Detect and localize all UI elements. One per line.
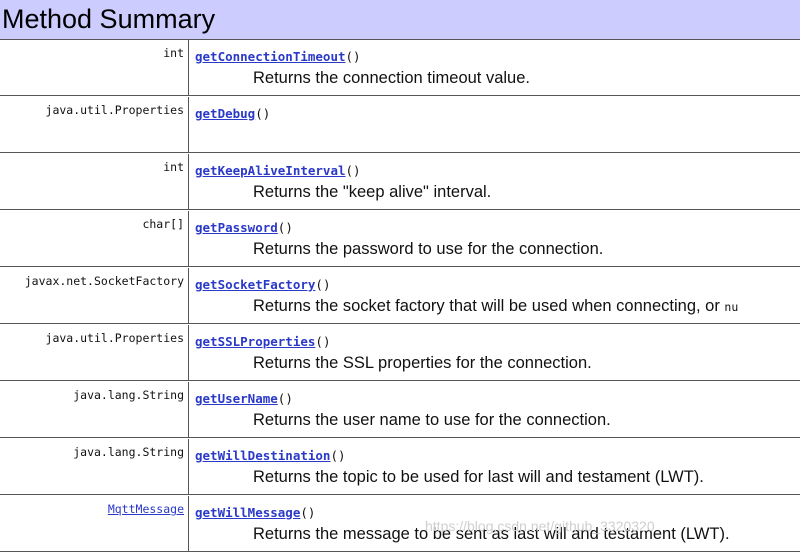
method-cell: getUserName() Returns the user name to us…	[189, 382, 800, 438]
method-cell: getDebug()	[189, 97, 800, 153]
method-description-code: nu	[724, 300, 739, 314]
table-row: char[] getPassword() Returns the password …	[0, 211, 800, 268]
method-cell: getWillMessage() Returns the message to b…	[189, 496, 800, 552]
return-type-cell: char[]	[0, 211, 189, 267]
method-signature: getDebug()	[195, 106, 270, 121]
return-type: java.lang.String	[73, 445, 184, 459]
table-row: java.util.Properties getSSLProperties() Re…	[0, 325, 800, 382]
method-parens: ()	[300, 505, 316, 520]
return-type-link[interactable]: MqttMessage	[108, 502, 184, 516]
method-cell: getKeepAliveInterval() Returns the "keep …	[189, 154, 800, 210]
return-type-cell: java.util.Properties	[0, 325, 189, 381]
method-parens: ()	[255, 106, 271, 121]
method-cell: getSocketFactory() Returns the socket fac…	[189, 268, 800, 324]
method-description-text: Returns the connection timeout value.	[253, 69, 530, 87]
table-row: java.lang.String getWillDestination() Retu…	[0, 439, 800, 496]
method-description-text: Returns the topic to be used for last wi…	[253, 468, 704, 486]
method-cell: getPassword() Returns the password to use…	[189, 211, 800, 267]
method-link[interactable]: getWillMessage	[195, 505, 300, 520]
method-signature: getKeepAliveInterval()	[195, 163, 361, 178]
table-row: java.util.Properties getDebug()	[0, 97, 800, 154]
method-signature: getPassword()	[195, 220, 293, 235]
method-description: Returns the password to use for the conn…	[253, 240, 603, 259]
method-parens: ()	[345, 163, 361, 178]
method-signature: getWillDestination()	[195, 448, 346, 463]
method-link[interactable]: getUserName	[195, 391, 278, 406]
return-type: java.util.Properties	[45, 331, 184, 345]
method-link[interactable]: getPassword	[195, 220, 278, 235]
method-cell: getSSLProperties() Returns the SSL proper…	[189, 325, 800, 381]
return-type-cell: int	[0, 40, 189, 96]
method-description-text: Returns the message to be sent as last w…	[253, 525, 730, 543]
table-row: java.lang.String getUserName() Returns the…	[0, 382, 800, 439]
method-description: Returns the topic to be used for last wi…	[253, 468, 704, 487]
method-description: Returns the user name to use for the con…	[253, 411, 611, 430]
return-type: MqttMessage	[108, 502, 184, 516]
method-description: Returns the "keep alive" interval.	[253, 183, 491, 202]
table-row: MqttMessage getWillMessage() Returns the m…	[0, 496, 800, 553]
method-parens: ()	[345, 49, 361, 64]
return-type-cell: javax.net.SocketFactory	[0, 268, 189, 324]
return-type: char[]	[142, 217, 184, 231]
method-cell: getWillDestination() Returns the topic to…	[189, 439, 800, 495]
method-link[interactable]: getSocketFactory	[195, 277, 315, 292]
method-description-text: Returns the password to use for the conn…	[253, 240, 604, 258]
method-signature: getConnectionTimeout()	[195, 49, 361, 64]
return-type-cell: java.util.Properties	[0, 97, 189, 153]
method-link[interactable]: getConnectionTimeout	[195, 49, 346, 64]
return-type-cell: java.lang.String	[0, 439, 189, 495]
return-type-cell: int	[0, 154, 189, 210]
method-description-text: Returns the socket factory that will be …	[253, 297, 725, 315]
method-description: Returns the connection timeout value.	[253, 69, 530, 88]
method-link[interactable]: getSSLProperties	[195, 334, 315, 349]
method-signature: getWillMessage()	[195, 505, 315, 520]
method-link[interactable]: getDebug	[195, 106, 255, 121]
return-type: int	[163, 46, 184, 60]
return-type-cell: MqttMessage	[0, 496, 189, 552]
method-description-text: Returns the "keep alive" interval.	[253, 183, 492, 201]
method-signature: getSSLProperties()	[195, 334, 330, 349]
method-cell: getConnectionTimeout() Returns the connec…	[189, 40, 800, 96]
method-signature: getSocketFactory()	[195, 277, 330, 292]
method-description: Returns the socket factory that will be …	[253, 297, 738, 316]
page-title: Method Summary	[2, 4, 216, 34]
table-row: int getKeepAliveInterval() Returns the "ke…	[0, 154, 800, 211]
method-parens: ()	[330, 448, 346, 463]
table-row: javax.net.SocketFactory getSocketFactory(…	[0, 268, 800, 325]
method-description: Returns the SSL properties for the conne…	[253, 354, 592, 373]
method-parens: ()	[277, 391, 293, 406]
method-parens: ()	[315, 334, 331, 349]
method-link[interactable]: getWillDestination	[195, 448, 330, 463]
method-description-text: Returns the SSL properties for the conne…	[253, 354, 592, 372]
method-parens: ()	[277, 220, 293, 235]
table-row: int getConnectionTimeout() Returns the con…	[0, 40, 800, 97]
return-type: int	[163, 160, 184, 174]
return-type: java.util.Properties	[45, 103, 184, 117]
return-type-cell: java.lang.String	[0, 382, 189, 438]
method-description-text: Returns the user name to use for the con…	[253, 411, 611, 429]
return-type: java.lang.String	[73, 388, 184, 402]
method-link[interactable]: getKeepAliveInterval	[195, 163, 346, 178]
method-parens: ()	[315, 277, 331, 292]
method-summary-header: Method Summary	[0, 0, 800, 40]
method-description: Returns the message to be sent as last w…	[253, 525, 730, 544]
return-type: javax.net.SocketFactory	[24, 274, 184, 288]
method-signature: getUserName()	[195, 391, 293, 406]
